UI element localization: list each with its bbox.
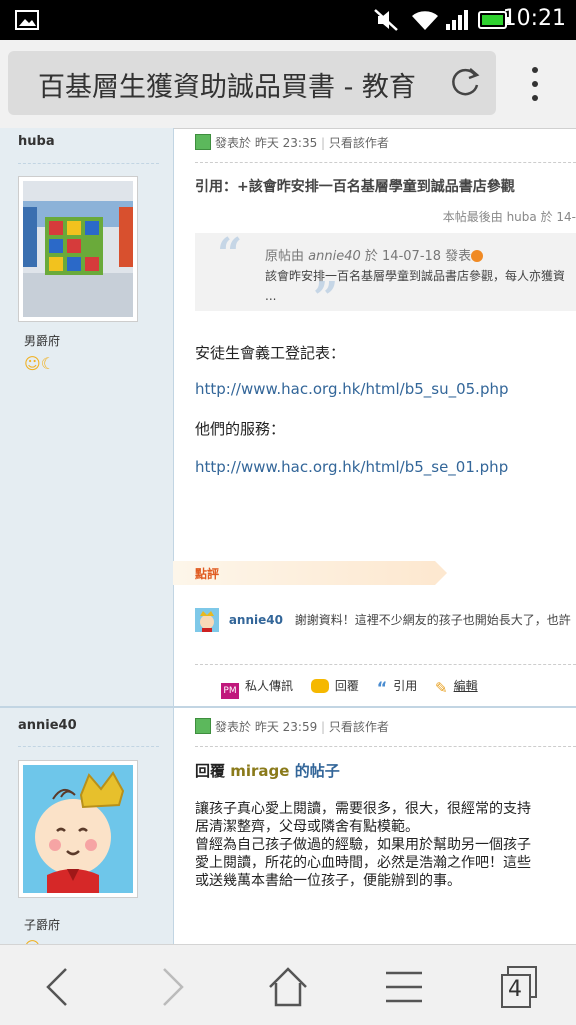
body-line: 安徒生會義工登記表： [195, 344, 346, 362]
last-edited-note: 本帖最後由 huba 於 14- [442, 210, 576, 224]
pm-label: 私人傳訊 [245, 679, 294, 693]
mute-icon [374, 9, 398, 31]
smiley-medal-icon: ☺ [24, 354, 41, 373]
quote-block: “ ” 原帖由 annie40 於 14-07-18 發表 該會昨安排一百名基層… [195, 229, 576, 324]
post-actions: PM 私人傳訊 回覆 “ 引用 ✎ 編輯 [221, 677, 492, 699]
avatar-image [23, 181, 133, 317]
forward-icon[interactable] [150, 965, 194, 1009]
body-line: 愛上閱讀，所花的心血時間，必然是浩瀚之作吧！這些 [195, 855, 531, 871]
edit-label: 編輯 [453, 679, 478, 693]
body-line: 讓孩子真心愛上閱讀，需要很多，很大，很經常的支持 [195, 801, 531, 817]
avatar[interactable] [18, 760, 138, 898]
quote-body: 該會昨安排一百名基層學童到誠品書店參觀，每人亦獲資 [265, 269, 566, 283]
rater-avatar[interactable] [195, 608, 219, 632]
wifi-icon [412, 11, 438, 31]
address-bar[interactable]: 百基層生獲資助誠品買書 - 教育 [8, 51, 496, 115]
reply-button[interactable]: 回覆 [310, 677, 359, 694]
menu-icon[interactable] [382, 965, 426, 1009]
post-meta: 發表於 昨天 23:59 | 只看該作者 [195, 718, 389, 735]
forum-post: huba 男爵府 ☺☾ 發表於 昨天 23:35 | 只看該作者 引用：+該會昨… [0, 128, 576, 706]
tabs-button[interactable]: 4 [498, 965, 542, 1009]
sidebar-divider [18, 163, 159, 164]
body-line: 他們的服務： [195, 420, 286, 438]
signal-icon [446, 10, 468, 30]
meta-divider [195, 746, 576, 747]
rating-entry: annie40 謝謝資料！這裡不少網友的孩子也開始長大了，也許 [195, 608, 571, 632]
post-time: 發表於 昨天 23:59 [215, 720, 318, 734]
post-author[interactable]: huba [18, 134, 55, 149]
reply-title: 回覆 mirage 的帖子 [195, 760, 340, 781]
meta-separator: | [321, 720, 329, 734]
post-meta: 發表於 昨天 23:35 | 只看該作者 [195, 134, 389, 151]
avatar-image [23, 765, 133, 893]
quote-ellipsis: ... [265, 289, 277, 303]
body-line: 居清潔整齊，父母或隣舍有點模範。 [195, 819, 419, 835]
moon-medal-icon: ☾ [40, 354, 56, 373]
pm-button[interactable]: PM 私人傳訊 [221, 677, 293, 699]
quote-header-prefix: 原帖由 [265, 249, 305, 264]
volunteer-form-link[interactable]: http://www.hac.org.hk/html/b5_su_05.php [195, 380, 509, 398]
overflow-menu-icon[interactable] [520, 62, 550, 106]
quote-button[interactable]: “ 引用 [377, 677, 418, 697]
pm-icon: PM [221, 683, 239, 699]
avatar[interactable] [18, 176, 138, 322]
pencil-icon: ✎ [435, 679, 448, 697]
quote-icon: “ [376, 678, 388, 697]
reply-label: 回覆 [334, 679, 359, 693]
online-status-icon [195, 134, 211, 150]
author-only-link[interactable]: 只看該作者 [329, 720, 389, 734]
rating-label: 點評 [173, 561, 447, 585]
rater-name[interactable]: annie40 [229, 613, 283, 627]
user-rank: 男爵府 [24, 334, 61, 348]
body-line: 曾經為自己孩子做過的經驗，如果用於幫助另一個孩子 [195, 837, 531, 853]
actions-divider [195, 664, 576, 665]
reply-icon [310, 679, 329, 693]
meta-divider [195, 162, 576, 163]
reply-prefix: 回覆 [195, 762, 226, 780]
browser-toolbar: 百基層生獲資助誠品買書 - 教育 [0, 40, 576, 129]
author-only-link[interactable]: 只看該作者 [329, 136, 389, 150]
status-bar: 10:21 [0, 0, 576, 40]
page-title: 百基層生獲資助誠品買書 - 教育 [38, 72, 416, 103]
back-icon[interactable] [36, 965, 80, 1009]
forum-post: annie40 子爵府 ☺ [0, 708, 576, 944]
clock: 10:21 [502, 6, 566, 31]
post-author[interactable]: annie40 [18, 718, 77, 733]
online-status-icon [195, 718, 211, 734]
picture-icon [15, 10, 39, 30]
sidebar-divider [18, 746, 159, 747]
user-rank: 子爵府 [24, 918, 61, 932]
quote-header: 原帖由 annie40 於 14-07-18 發表 [265, 245, 484, 264]
reply-target-post[interactable]: 的帖子 [295, 762, 340, 780]
browser-bottom-bar: 4 [0, 944, 576, 1025]
reload-icon[interactable] [448, 65, 482, 99]
post-sidebar: annie40 子爵府 ☺ [0, 708, 174, 944]
post-sidebar: huba 男爵府 ☺☾ [0, 128, 174, 706]
open-quote-icon: “ [217, 229, 243, 280]
quote-label: 引用 [393, 679, 418, 693]
meta-separator: | [321, 136, 329, 150]
body-line: 或送幾萬本書給一位孩子，便能辦到的事。 [195, 873, 461, 889]
thread-content: huba 男爵府 ☺☾ 發表於 昨天 23:35 | 只看該作者 引用：+該會昨… [0, 128, 576, 944]
jump-to-post-icon[interactable] [471, 250, 484, 262]
edit-button[interactable]: ✎ 編輯 [435, 677, 478, 697]
medal-icons: ☺☾ [24, 354, 55, 373]
quote-header-date: 於 14-07-18 發表 [364, 249, 472, 264]
services-link[interactable]: http://www.hac.org.hk/html/b5_se_01.php [195, 458, 508, 476]
quote-author[interactable]: annie40 [308, 249, 361, 264]
rating-label-text: 點評 [195, 567, 220, 581]
rater-comment: 謝謝資料！這裡不少網友的孩子也開始長大了，也許 [294, 613, 571, 627]
tab-count: 4 [508, 977, 522, 1002]
reply-target-user[interactable]: mirage [230, 762, 289, 780]
post-time: 發表於 昨天 23:35 [215, 136, 318, 150]
home-icon[interactable] [266, 965, 310, 1009]
post-title: 引用：+該會昨安排一百名基層學童到誠品書店參觀 [195, 179, 515, 195]
